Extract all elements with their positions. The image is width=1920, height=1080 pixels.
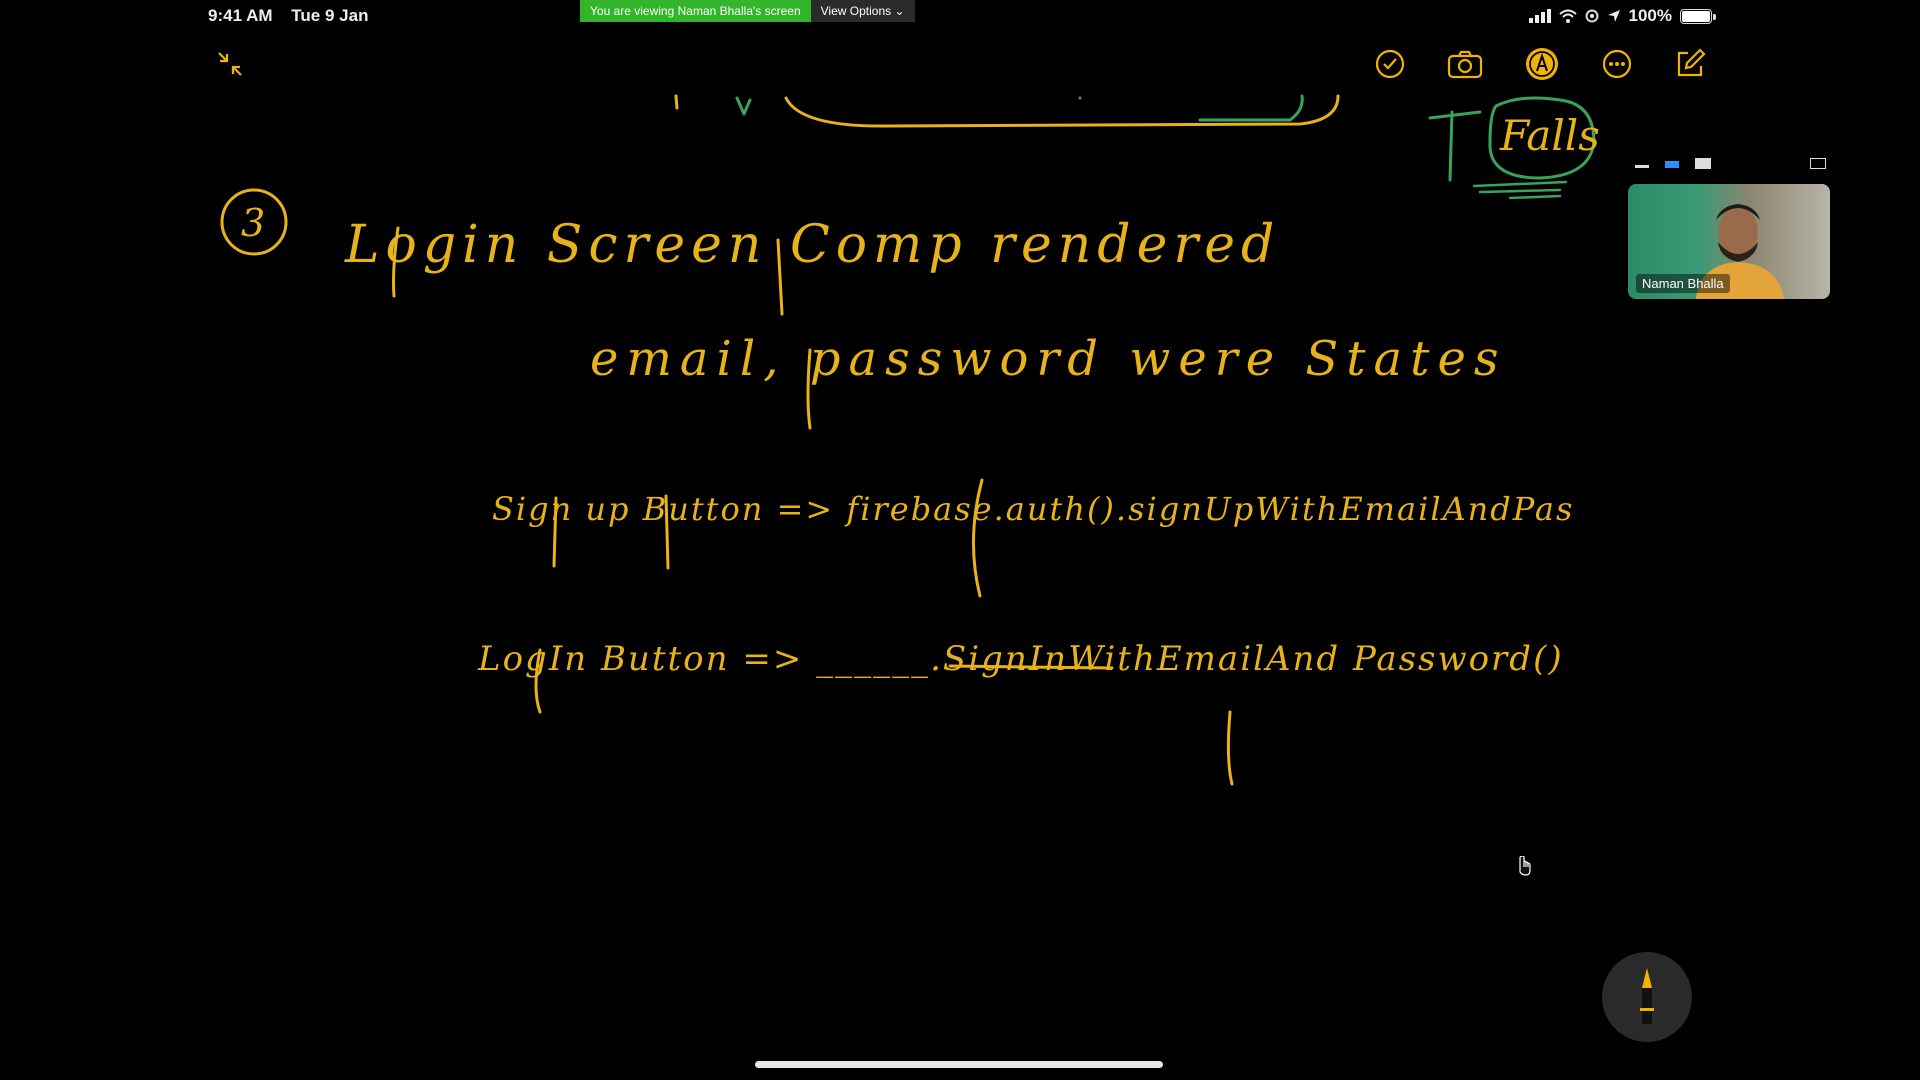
home-indicator[interactable] bbox=[755, 1061, 1163, 1068]
handwritten-corner-word: Falls bbox=[1499, 111, 1600, 160]
note-line-3: Sign up Button => firebase.auth().signUp… bbox=[492, 490, 1574, 528]
item-number: 3 bbox=[241, 201, 265, 245]
mouse-cursor-icon bbox=[1519, 856, 1531, 876]
pencil-icon bbox=[1640, 968, 1654, 1024]
note-line-2: email, password were States bbox=[590, 331, 1507, 387]
note-line-1: Login Screen Comp rendered bbox=[344, 215, 1280, 275]
note-canvas[interactable]: Falls 3 Login Screen Comp rendered email… bbox=[0, 0, 1920, 1080]
pencil-tool-button[interactable] bbox=[1602, 952, 1692, 1042]
note-line-4: LogIn Button => ______.SignInWithEmailAn… bbox=[477, 639, 1564, 679]
